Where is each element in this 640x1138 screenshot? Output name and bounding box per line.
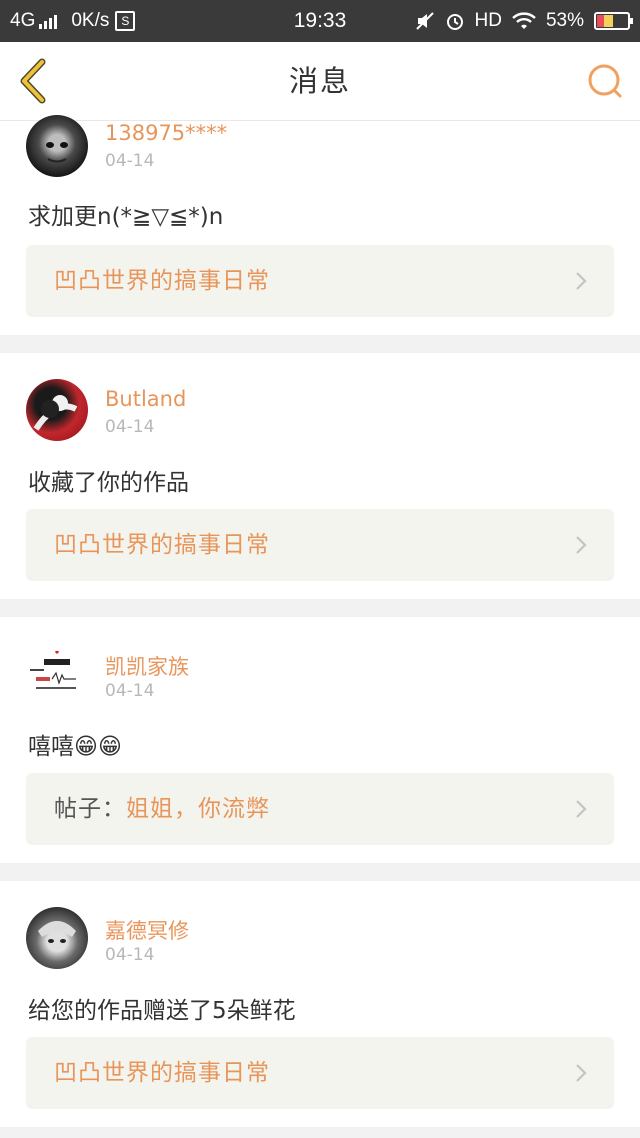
status-bar: 4G 0K/s S 19:33 HD 53%: [0, 0, 640, 42]
link-title: 凹凸世界的搞事日常: [54, 532, 270, 558]
username[interactable]: 凯凯家族: [105, 651, 189, 681]
message-card: 凯凯家族 04-14 嘻嘻😁😁 帖子：姐姐，你流弊: [0, 617, 640, 863]
chevron-right-icon: [576, 272, 587, 290]
alarm-icon: [446, 14, 463, 30]
avatar[interactable]: [26, 907, 88, 969]
page-title: 消息: [288, 64, 351, 98]
message-date: 04-14: [105, 945, 155, 965]
username[interactable]: 嘉德冥修: [105, 915, 189, 945]
message-card: 嘉德冥修 04-14 给您的作品赠送了5朵鲜花 凹凸世界的搞事日常: [0, 881, 640, 1127]
username[interactable]: Butland: [105, 387, 186, 411]
search-icon[interactable]: [586, 62, 626, 102]
message-date: 04-14: [105, 417, 155, 437]
link-title: 凹凸世界的搞事日常: [54, 268, 270, 294]
linked-work[interactable]: 凹凸世界的搞事日常: [26, 1037, 614, 1109]
mute-icon: [415, 12, 434, 30]
divider: [0, 335, 640, 353]
avatar[interactable]: [26, 379, 88, 441]
message-text: 嘻嘻😁😁: [28, 734, 122, 760]
message-date: 04-14: [105, 681, 155, 701]
battery-icon: [594, 12, 633, 30]
battery-percent: 53%: [545, 10, 584, 31]
divider: [0, 863, 640, 881]
message-list: 138975**** 04-14 求加更n(*≧▽≦*)n 凹凸世界的搞事日常 …: [0, 115, 640, 1127]
app-header: 消息: [0, 42, 640, 121]
message-card: 138975**** 04-14 求加更n(*≧▽≦*)n 凹凸世界的搞事日常: [0, 115, 640, 335]
chevron-right-icon: [576, 800, 587, 818]
avatar[interactable]: [26, 643, 88, 705]
message-text: 给您的作品赠送了5朵鲜花: [28, 998, 296, 1024]
message-card: Butland 04-14 收藏了你的作品 凹凸世界的搞事日常: [0, 353, 640, 599]
message-text: 求加更n(*≧▽≦*)n: [28, 204, 224, 230]
link-title: 凹凸世界的搞事日常: [54, 1060, 270, 1086]
chevron-right-icon: [576, 536, 587, 554]
link-prefix: 帖子：: [54, 796, 126, 822]
avatar[interactable]: [26, 115, 88, 177]
link-title: 姐姐，你流弊: [126, 796, 270, 822]
chevron-right-icon: [576, 1064, 587, 1082]
message-date: 04-14: [105, 151, 155, 171]
linked-work[interactable]: 凹凸世界的搞事日常: [26, 509, 614, 581]
linked-work[interactable]: 凹凸世界的搞事日常: [26, 245, 614, 317]
username[interactable]: 138975****: [105, 121, 227, 145]
wifi-icon: [512, 12, 536, 29]
message-text: 收藏了你的作品: [28, 470, 189, 496]
hd-label: HD: [474, 10, 502, 31]
linked-post[interactable]: 帖子：姐姐，你流弊: [26, 773, 614, 845]
divider: [0, 599, 640, 617]
